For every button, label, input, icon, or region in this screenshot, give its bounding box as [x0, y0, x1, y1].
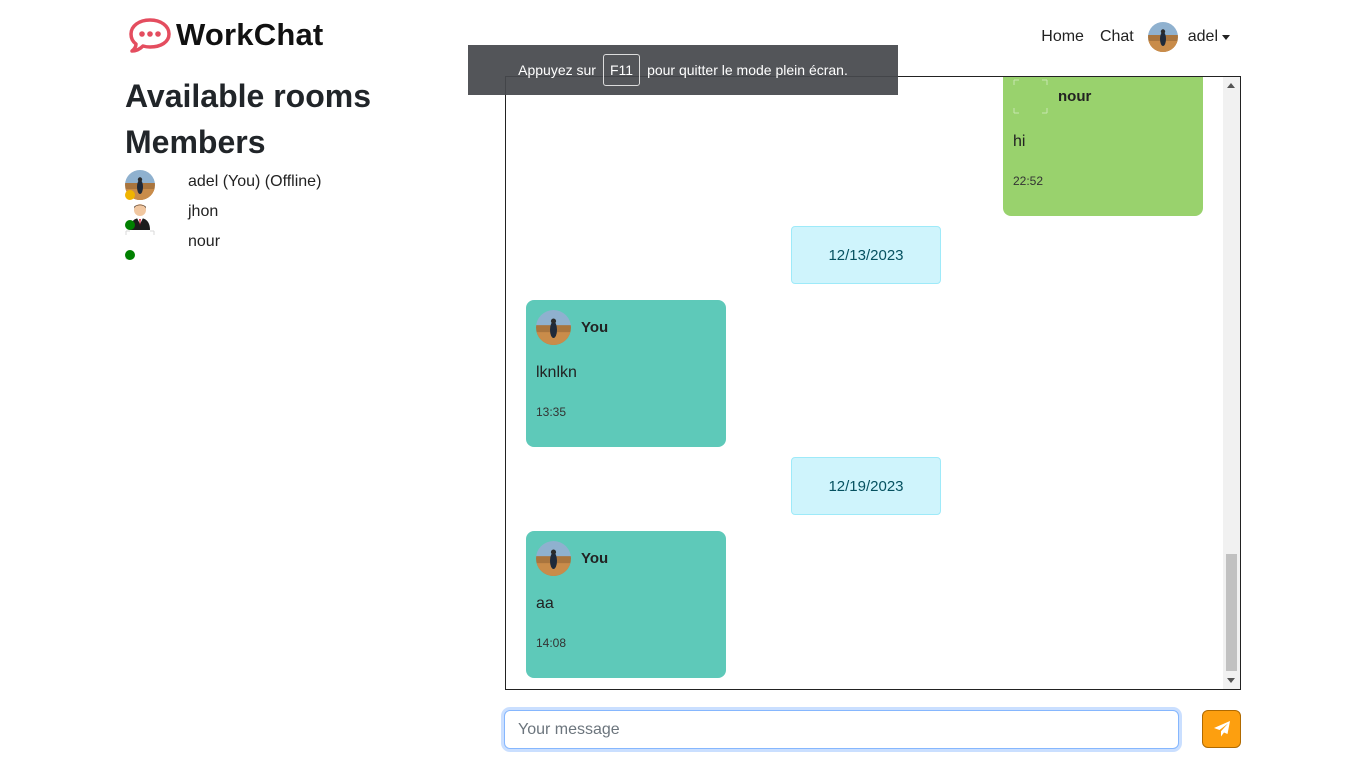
available-rooms-heading: Available rooms	[125, 78, 372, 114]
scroll-down-arrow-icon[interactable]	[1227, 678, 1235, 683]
message-time: 13:35	[536, 405, 567, 419]
message-received: nour hi 22:52	[1003, 77, 1203, 216]
chat-page: WorkChat Home Chat adel Available rooms …	[0, 0, 1366, 768]
message-input[interactable]	[504, 710, 1179, 749]
members-list: adel (You) (Offline) jhon nour	[125, 170, 445, 260]
fullscreen-notice-before: Appuyez sur	[518, 62, 596, 78]
send-button[interactable]	[1202, 710, 1241, 748]
user-name: adel	[1187, 28, 1218, 45]
fullscreen-notice-after: pour quitter le mode plein écran.	[647, 62, 848, 78]
message-time: 14:08	[536, 636, 567, 650]
offline-status-dot	[125, 190, 135, 200]
scroll-up-arrow-icon[interactable]	[1227, 83, 1235, 88]
user-menu-toggle[interactable]: adel	[1147, 22, 1230, 52]
messages-panel[interactable]: nour hi 22:52 12/13/2023 You lknlkn 13:3…	[505, 76, 1241, 690]
message-text: hi	[1013, 133, 1026, 150]
sender-avatar	[536, 541, 571, 576]
message-text: lknlkn	[536, 364, 577, 381]
f11-key: F11	[602, 54, 641, 86]
member-item[interactable]: nour	[125, 230, 445, 260]
message-time: 22:52	[1013, 174, 1044, 188]
broken-image-icon	[1013, 79, 1048, 114]
nav-chat-link[interactable]: Chat	[1100, 28, 1134, 46]
paper-plane-icon	[1213, 721, 1230, 737]
online-status-dot	[125, 250, 135, 260]
brand[interactable]: WorkChat	[128, 14, 323, 56]
message-sender: You	[581, 550, 609, 567]
member-item[interactable]: jhon	[125, 200, 445, 230]
member-name: adel (You) (Offline)	[188, 173, 322, 190]
online-status-dot	[125, 220, 135, 230]
date-separator: 12/13/2023	[791, 226, 941, 284]
member-item[interactable]: adel (You) (Offline)	[125, 170, 445, 200]
fullscreen-notice: Appuyez sur F11 pour quitter le mode ple…	[468, 45, 898, 95]
messages-scrollbar[interactable]	[1223, 77, 1240, 689]
message-sender: You	[581, 319, 609, 336]
message-text: aa	[536, 595, 554, 612]
message-sent: You aa 14:08	[526, 531, 726, 678]
message-header: You	[536, 310, 608, 345]
message-sender: nour	[1058, 88, 1092, 105]
nav-home-link[interactable]: Home	[1041, 28, 1084, 46]
chevron-down-icon	[1222, 34, 1230, 40]
message-sent: You lknlkn 13:35	[526, 300, 726, 447]
date-separator: 12/19/2023	[791, 457, 941, 515]
chat-bubble-logo-icon	[129, 18, 171, 53]
top-nav: Home Chat adel	[1025, 22, 1230, 52]
message-header: nour	[1013, 79, 1091, 114]
scrollbar-thumb[interactable]	[1226, 554, 1237, 671]
members-heading: Members	[125, 124, 266, 160]
brand-name: WorkChat	[176, 17, 324, 52]
sender-avatar	[536, 310, 571, 345]
member-name: nour	[188, 233, 221, 250]
message-header: You	[536, 541, 608, 576]
member-name: jhon	[188, 203, 219, 220]
user-avatar	[1147, 22, 1178, 52]
